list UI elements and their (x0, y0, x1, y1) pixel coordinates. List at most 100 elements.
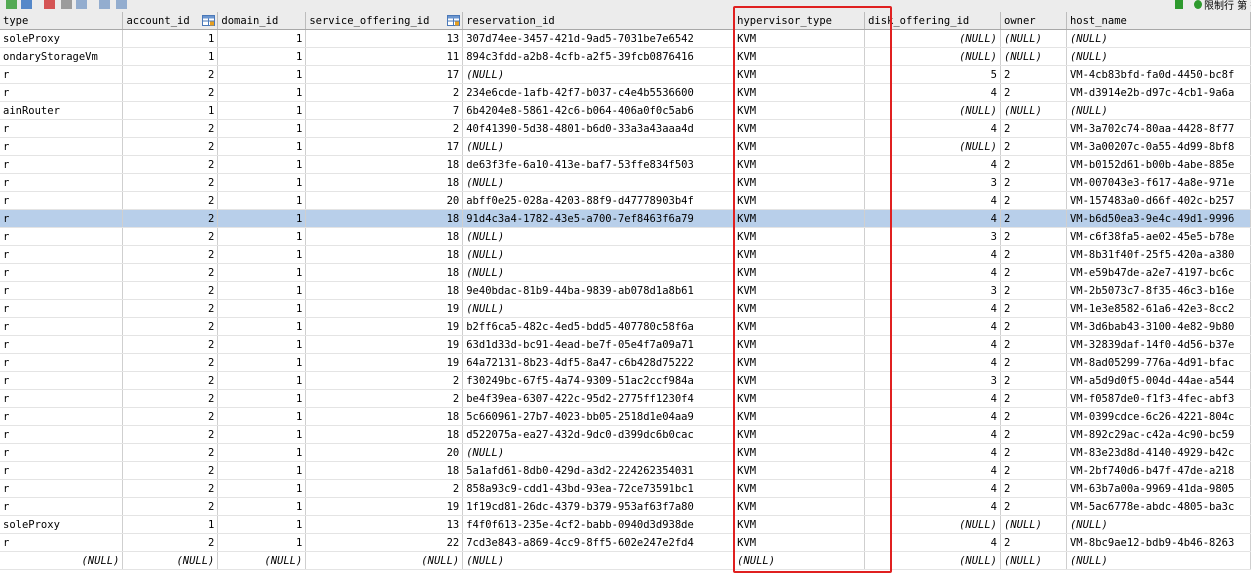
cell-type[interactable]: r (0, 173, 124, 192)
cell-hypervisor-type[interactable]: KVM (733, 389, 866, 408)
cell-reservation-id[interactable]: 5c660961-27b7-4023-bb05-2518d1e04aa9 (462, 407, 735, 426)
cell-disk-offering-id[interactable]: 4 (864, 209, 1001, 228)
cell-owner[interactable]: (NULL) (1000, 551, 1067, 570)
cell-reservation-id[interactable]: 894c3fdd-a2b8-4cfb-a2f5-39fcb0876416 (462, 47, 735, 66)
cell-account-id[interactable]: 2 (122, 227, 219, 246)
cell-disk-offering-id[interactable]: 3 (864, 281, 1001, 300)
table-row[interactable]: r 2 1 18 (NULL) KVM 4 2 VM-8b31f40f-25f5-420a-a3… (0, 245, 1251, 264)
cell-owner[interactable]: 2 (1000, 227, 1067, 246)
cell-hypervisor-type[interactable]: KVM (733, 29, 866, 48)
cell-host-name[interactable]: (NULL) (1066, 551, 1251, 570)
cell-host-name[interactable]: VM-0399cdce-6c26-4221-804c (1066, 407, 1251, 426)
cell-host-name[interactable]: VM-8bc9ae12-bdb9-4b46-8263 (1066, 533, 1251, 552)
cell-hypervisor-type[interactable]: KVM (733, 47, 866, 66)
cell-owner[interactable]: (NULL) (1000, 47, 1067, 66)
cell-service-offering-id[interactable]: 18 (305, 461, 464, 480)
cell-owner[interactable]: 2 (1000, 443, 1067, 462)
cell-type[interactable]: r (0, 335, 124, 354)
column-header-owner[interactable]: owner (1000, 12, 1067, 30)
cell-disk-offering-id[interactable]: 4 (864, 407, 1001, 426)
cell-reservation-id[interactable]: 40f41390-5d38-4801-b6d0-33a3a43aaa4d (462, 119, 735, 138)
cell-hypervisor-type[interactable]: KVM (733, 497, 866, 516)
cell-domain-id[interactable]: 1 (217, 461, 307, 480)
cell-type[interactable]: soleProxy (0, 515, 124, 534)
cell-account-id[interactable]: 2 (122, 137, 219, 156)
cell-owner[interactable]: (NULL) (1000, 515, 1067, 534)
cell-hypervisor-type[interactable]: KVM (733, 299, 866, 318)
table-row[interactable]: r 2 1 17 (NULL) KVM (NULL) 2 VM-3a00207c-0a55-4d… (0, 137, 1251, 156)
cell-host-name[interactable]: VM-b0152d61-b00b-4abe-885e (1066, 155, 1251, 174)
table-row[interactable]: r 2 1 19 1f19cd81-26dc-4379-b379-953af63f7a8… (0, 497, 1251, 516)
cell-domain-id[interactable]: 1 (217, 227, 307, 246)
cell-disk-offering-id[interactable]: 4 (864, 353, 1001, 372)
cell-owner[interactable]: (NULL) (1000, 101, 1067, 120)
cell-reservation-id[interactable]: 1f19cd81-26dc-4379-b379-953af63f7a80 (462, 497, 735, 516)
cell-service-offering-id[interactable]: 19 (305, 299, 464, 318)
cell-reservation-id[interactable]: 63d1d33d-bc91-4ead-be7f-05e4f7a09a71 (462, 335, 735, 354)
cell-owner[interactable]: 2 (1000, 353, 1067, 372)
cell-disk-offering-id[interactable]: 4 (864, 245, 1001, 264)
cell-reservation-id[interactable]: abff0e25-028a-4203-88f9-d47778903b4f (462, 191, 735, 210)
cell-domain-id[interactable]: 1 (217, 533, 307, 552)
cell-service-offering-id[interactable]: 2 (305, 119, 464, 138)
cell-domain-id[interactable]: 1 (217, 137, 307, 156)
table-row[interactable]: soleProxy 1 1 13 307d74ee-3457-421d-9ad5-703… (0, 29, 1251, 48)
column-header-type[interactable]: type (0, 12, 124, 30)
column-header-account-id[interactable]: account_id (122, 12, 219, 30)
cell-reservation-id[interactable]: be4f39ea-6307-422c-95d2-2775ff1230f4 (462, 389, 735, 408)
cell-host-name[interactable]: VM-3a702c74-80aa-4428-8f77 (1066, 119, 1251, 138)
cell-type[interactable]: r (0, 65, 124, 84)
cell-disk-offering-id[interactable]: (NULL) (864, 47, 1001, 66)
cell-type[interactable]: r (0, 533, 124, 552)
cell-host-name[interactable]: VM-2b5073c7-8f35-46c3-b16e (1066, 281, 1251, 300)
cell-domain-id[interactable]: 1 (217, 425, 307, 444)
cell-domain-id[interactable]: 1 (217, 389, 307, 408)
cell-hypervisor-type[interactable]: KVM (733, 191, 866, 210)
cell-disk-offering-id[interactable]: (NULL) (864, 515, 1001, 534)
cell-reservation-id[interactable]: 234e6cde-1afb-42f7-b037-c4e4b5536600 (462, 83, 735, 102)
cell-host-name[interactable]: VM-e59b47de-a2e7-4197-bc6c (1066, 263, 1251, 282)
cell-disk-offering-id[interactable]: 4 (864, 263, 1001, 282)
add-row-icon[interactable] (6, 0, 17, 9)
table-row[interactable]: ainRouter 1 1 7 6b4204e8-5861-42c6-b064-406a… (0, 101, 1251, 120)
column-header-service-offering-id[interactable]: service_offering_id (305, 12, 464, 30)
cell-hypervisor-type[interactable]: KVM (733, 263, 866, 282)
text-view-icon[interactable] (116, 0, 127, 9)
cell-disk-offering-id[interactable]: 4 (864, 83, 1001, 102)
cell-owner[interactable]: 2 (1000, 281, 1067, 300)
cell-host-name[interactable]: VM-f0587de0-f1f3-4fec-abf3 (1066, 389, 1251, 408)
cell-reservation-id[interactable]: (NULL) (462, 65, 735, 84)
cell-host-name[interactable]: VM-3d6bab43-3100-4e82-9b80 (1066, 317, 1251, 336)
cell-host-name[interactable]: VM-2bf740d6-b47f-47de-a218 (1066, 461, 1251, 480)
cell-host-name[interactable]: VM-8b31f40f-25f5-420a-a380 (1066, 245, 1251, 264)
cell-service-offering-id[interactable]: 2 (305, 83, 464, 102)
cell-service-offering-id[interactable]: 17 (305, 65, 464, 84)
cell-service-offering-id[interactable]: 18 (305, 281, 464, 300)
cell-service-offering-id[interactable]: 18 (305, 245, 464, 264)
cell-account-id[interactable]: 2 (122, 497, 219, 516)
cell-host-name[interactable]: VM-007043e3-f617-4a8e-971e (1066, 173, 1251, 192)
cell-owner[interactable]: 2 (1000, 83, 1067, 102)
cell-service-offering-id[interactable]: 20 (305, 191, 464, 210)
cell-service-offering-id[interactable]: 18 (305, 155, 464, 174)
form-view-icon[interactable] (99, 0, 110, 9)
cell-type[interactable]: r (0, 227, 124, 246)
cell-type[interactable]: r (0, 443, 124, 462)
cell-host-name[interactable]: VM-63b7a00a-9969-41da-9805 (1066, 479, 1251, 498)
cell-owner[interactable]: 2 (1000, 119, 1067, 138)
cell-account-id[interactable]: 2 (122, 317, 219, 336)
sort-grid-icon[interactable] (202, 15, 216, 26)
cell-owner[interactable]: 2 (1000, 407, 1067, 426)
cell-reservation-id[interactable]: (NULL) (462, 263, 735, 282)
cell-owner[interactable]: 2 (1000, 209, 1067, 228)
cell-owner[interactable]: 2 (1000, 137, 1067, 156)
cell-hypervisor-type[interactable]: KVM (733, 101, 866, 120)
cell-owner[interactable]: 2 (1000, 389, 1067, 408)
cell-disk-offering-id[interactable]: 5 (864, 65, 1001, 84)
save-icon[interactable] (21, 0, 32, 9)
cell-disk-offering-id[interactable]: 4 (864, 317, 1001, 336)
cell-disk-offering-id[interactable]: 3 (864, 371, 1001, 390)
cell-disk-offering-id[interactable]: 4 (864, 191, 1001, 210)
cell-hypervisor-type[interactable]: KVM (733, 479, 866, 498)
cell-owner[interactable]: 2 (1000, 299, 1067, 318)
